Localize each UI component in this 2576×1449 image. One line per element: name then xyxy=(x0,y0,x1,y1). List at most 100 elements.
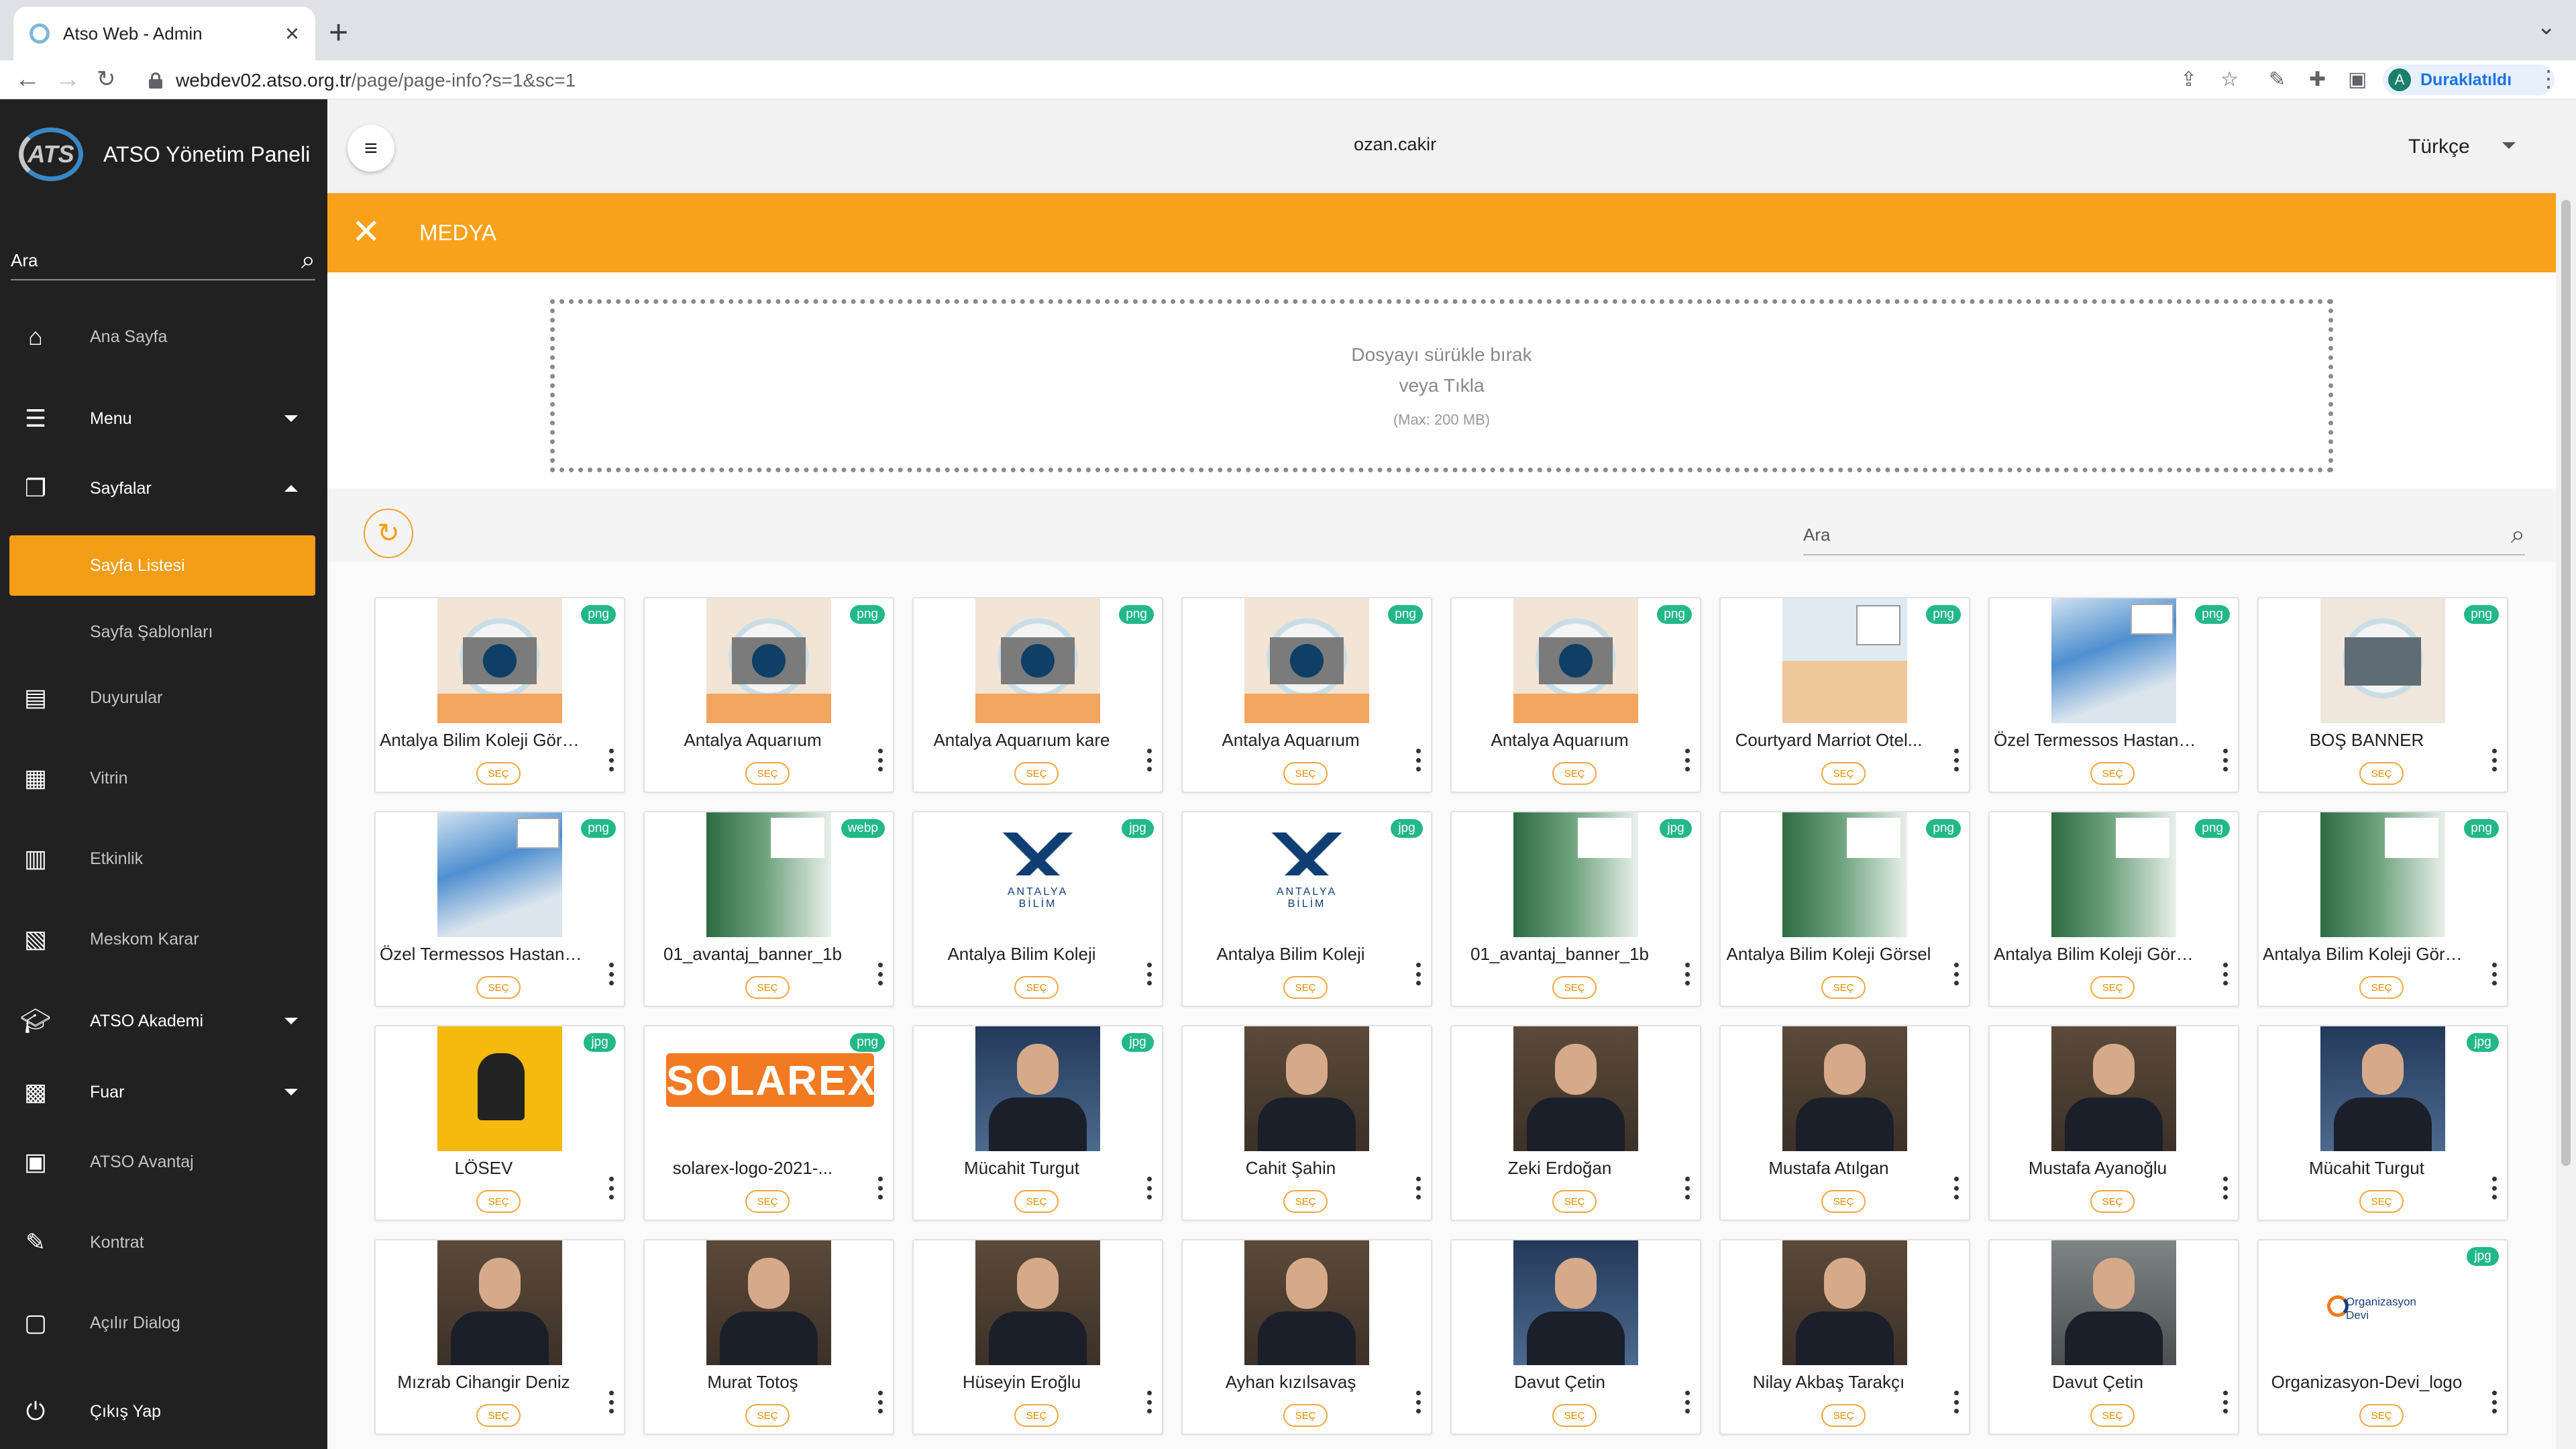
more-vert-icon[interactable] xyxy=(1953,749,1960,771)
media-card[interactable]: png Özel Termessos Hastanesi... SEÇ xyxy=(374,811,625,1007)
select-button[interactable]: SEÇ xyxy=(476,976,521,999)
back-arrow-icon[interactable]: ← xyxy=(15,64,40,94)
select-button[interactable]: SEÇ xyxy=(476,1190,521,1213)
more-vert-icon[interactable] xyxy=(1146,1391,1152,1413)
media-thumbnail[interactable] xyxy=(1244,598,1369,723)
more-vert-icon[interactable] xyxy=(1146,1177,1152,1199)
sidebar-item-fuar[interactable]: ▩ Fuar xyxy=(0,1065,327,1119)
more-vert-icon[interactable] xyxy=(608,1391,614,1413)
close-tab-icon[interactable]: × xyxy=(285,19,299,48)
media-card[interactable]: png solarex-logo-2021-... SEÇ xyxy=(643,1025,894,1221)
select-button[interactable]: SEÇ xyxy=(2090,762,2135,785)
sidebar-item-atso-avantaj[interactable]: ▣ ATSO Avantaj xyxy=(0,1135,327,1189)
media-thumbnail[interactable] xyxy=(437,1240,562,1365)
more-vert-icon[interactable] xyxy=(2491,1177,2498,1199)
media-thumbnail[interactable] xyxy=(659,1026,881,1151)
media-thumbnail[interactable] xyxy=(1782,598,1907,723)
media-thumbnail[interactable] xyxy=(975,1240,1100,1365)
media-card[interactable]: png Antalya Aquarıum kare SEÇ xyxy=(912,597,1163,793)
more-vert-icon[interactable] xyxy=(1415,963,1421,985)
media-card[interactable]: Davut Çetin SEÇ xyxy=(1450,1239,1701,1435)
media-card[interactable]: Ayhan kızılsavaş SEÇ xyxy=(1181,1239,1432,1435)
media-thumbnail[interactable] xyxy=(1782,1240,1907,1365)
tab-search-chevron-icon[interactable]: ⌄ xyxy=(2537,13,2557,40)
media-card[interactable]: png Antalya Bilim Koleji Görsel SEÇ xyxy=(1719,811,1970,1007)
media-thumbnail[interactable] xyxy=(2320,1240,2445,1365)
media-thumbnail[interactable] xyxy=(2051,598,2176,723)
more-vert-icon[interactable] xyxy=(877,749,883,771)
select-button[interactable]: SEÇ xyxy=(2090,1190,2135,1213)
more-vert-icon[interactable] xyxy=(2222,749,2229,771)
more-vert-icon[interactable] xyxy=(1953,1391,1960,1413)
more-vert-icon[interactable] xyxy=(1415,1391,1421,1413)
browser-tab[interactable]: Atso Web - Admin × xyxy=(13,7,315,60)
media-card[interactable]: Mustafa Ayanoğlu SEÇ xyxy=(1988,1025,2239,1221)
media-card[interactable]: Murat Totoş SEÇ xyxy=(643,1239,894,1435)
select-button[interactable]: SEÇ xyxy=(1014,1404,1059,1427)
close-icon[interactable]: ✕ xyxy=(352,212,381,252)
media-thumbnail[interactable] xyxy=(706,1240,831,1365)
more-vert-icon[interactable] xyxy=(877,963,883,985)
sidebar-item-sayfalar[interactable]: ❐ Sayfalar xyxy=(0,462,327,515)
media-card[interactable]: jpg Mücahit Turgut SEÇ xyxy=(912,1025,1163,1221)
caret-down-icon[interactable] xyxy=(2502,142,2516,149)
refresh-button[interactable]: ↻ xyxy=(364,508,413,558)
select-button[interactable]: SEÇ xyxy=(2090,976,2135,999)
media-card[interactable]: png Antalya Bilim Koleji Görsel2 SEÇ xyxy=(2257,811,2508,1007)
bookmark-star-icon[interactable]: ☆ xyxy=(2220,68,2239,91)
media-thumbnail[interactable] xyxy=(1513,1026,1638,1151)
media-thumbnail[interactable] xyxy=(2320,812,2445,937)
media-thumbnail[interactable] xyxy=(1782,812,1907,937)
more-vert-icon[interactable] xyxy=(608,1177,614,1199)
select-button[interactable]: SEÇ xyxy=(1014,1190,1059,1213)
more-vert-icon[interactable] xyxy=(1684,1177,1690,1199)
select-button[interactable]: SEÇ xyxy=(1821,762,1866,785)
sidebar-item-etkinlik[interactable]: ▥ Etkinlik xyxy=(0,832,327,885)
media-card[interactable]: Mustafa Atılgan SEÇ xyxy=(1719,1025,1970,1221)
media-card[interactable]: Davut Çetin SEÇ xyxy=(1988,1239,2239,1435)
more-vert-icon[interactable] xyxy=(2491,1391,2498,1413)
sidebar-item-sayfa-listesi[interactable]: Sayfa Listesi xyxy=(9,535,315,596)
select-button[interactable]: SEÇ xyxy=(1014,976,1059,999)
more-vert-icon[interactable] xyxy=(608,749,614,771)
browser-menu-icon[interactable]: ⋮ xyxy=(2537,66,2560,93)
select-button[interactable]: SEÇ xyxy=(1552,762,1597,785)
sidebar-item-ana-sayfa[interactable]: ⌂ Ana Sayfa xyxy=(0,310,327,364)
media-thumbnail[interactable] xyxy=(1244,1026,1369,1151)
media-thumbnail[interactable] xyxy=(2320,1026,2445,1151)
more-vert-icon[interactable] xyxy=(1684,1391,1690,1413)
sidebar-item-duyurular[interactable]: ▤ Duyurular xyxy=(0,671,327,724)
more-vert-icon[interactable] xyxy=(2491,749,2498,771)
media-thumbnail[interactable] xyxy=(1513,598,1638,723)
select-button[interactable]: SEÇ xyxy=(1283,1190,1328,1213)
sidebar-item-meskom-karar[interactable]: ▧ Meskom Karar xyxy=(0,912,327,966)
select-button[interactable]: SEÇ xyxy=(745,1404,790,1427)
address-bar[interactable]: webdev02.atso.org.tr/page/page-info?s=1&… xyxy=(176,67,576,94)
select-button[interactable]: SEÇ xyxy=(1552,976,1597,999)
select-button[interactable]: SEÇ xyxy=(476,1404,521,1427)
sidebar-item-menu[interactable]: ☰ Menu xyxy=(0,392,327,445)
media-thumbnail[interactable] xyxy=(1782,1026,1907,1151)
brand[interactable]: ATS ATSO Yönetim Paneli xyxy=(19,127,310,181)
media-search[interactable]: Ara ⌕ xyxy=(1803,515,2525,555)
sidebar-item-cikis-yap[interactable]: ⏻︎ Çıkış Yap xyxy=(0,1385,327,1438)
select-button[interactable]: SEÇ xyxy=(476,762,521,785)
media-thumbnail[interactable] xyxy=(2051,812,2176,937)
media-thumbnail[interactable] xyxy=(2051,1240,2176,1365)
media-card[interactable]: Mızrab Cihangir Deniz SEÇ xyxy=(374,1239,625,1435)
media-card[interactable]: jpg LÖSEV SEÇ xyxy=(374,1025,625,1221)
more-vert-icon[interactable] xyxy=(2222,963,2229,985)
select-button[interactable]: SEÇ xyxy=(2359,762,2404,785)
more-vert-icon[interactable] xyxy=(2491,963,2498,985)
media-thumbnail[interactable] xyxy=(1513,1240,1638,1365)
hamburger-menu-button[interactable]: ≡ xyxy=(347,125,394,172)
scrollbar-thumb[interactable] xyxy=(2561,200,2571,1166)
select-button[interactable]: SEÇ xyxy=(1283,976,1328,999)
media-card[interactable]: png Courtyard Marriot Otel... SEÇ xyxy=(1719,597,1970,793)
media-card[interactable]: jpg 01_avantaj_banner_1b SEÇ xyxy=(1450,811,1701,1007)
scrollbar[interactable] xyxy=(2556,193,2576,1449)
media-thumbnail[interactable] xyxy=(1513,812,1638,937)
search-icon[interactable]: ⌕ xyxy=(301,246,315,275)
select-button[interactable]: SEÇ xyxy=(1283,762,1328,785)
media-card[interactable]: png Antalya Bilim Koleji Görsel 3 SEÇ xyxy=(374,597,625,793)
